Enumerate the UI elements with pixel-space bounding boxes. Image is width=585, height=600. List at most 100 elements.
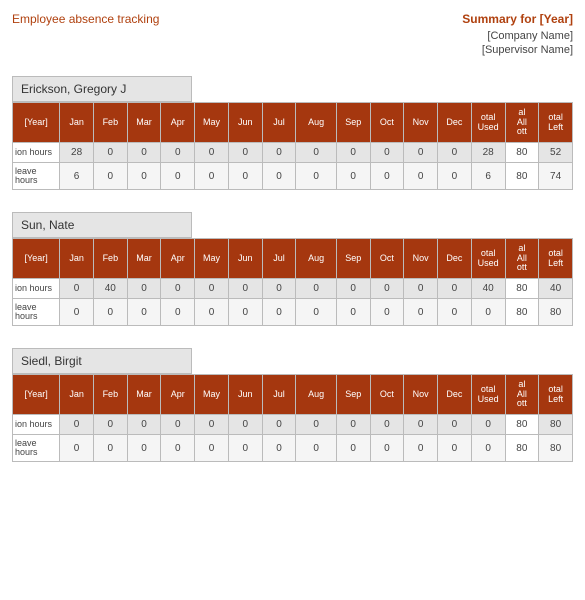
- month-cell: 0: [336, 163, 370, 190]
- month-cell: 0: [262, 163, 296, 190]
- col-month: Jun: [228, 375, 262, 415]
- month-cell: 0: [93, 415, 127, 435]
- month-cell: 0: [370, 163, 404, 190]
- month-cell: 0: [228, 435, 262, 462]
- row-label: ion hours: [13, 143, 60, 163]
- month-cell: 0: [161, 279, 195, 299]
- month-cell: 28: [60, 143, 94, 163]
- col-month: Apr: [161, 103, 195, 143]
- total-used: 0: [471, 415, 505, 435]
- col-month: Nov: [404, 103, 438, 143]
- total-left: 40: [539, 279, 573, 299]
- month-cell: 0: [127, 279, 161, 299]
- table-row: leave hours60000000000068074: [13, 163, 573, 190]
- col-month: Feb: [93, 239, 127, 279]
- month-cell: 0: [296, 143, 336, 163]
- col-month: May: [195, 103, 229, 143]
- row-label: leave hours: [13, 163, 60, 190]
- month-cell: 0: [404, 279, 438, 299]
- col-month: Jun: [228, 239, 262, 279]
- month-cell: 0: [195, 299, 229, 326]
- month-cell: 0: [161, 299, 195, 326]
- col-month: Feb: [93, 375, 127, 415]
- col-month: Oct: [370, 375, 404, 415]
- table-row: ion hours2800000000000288052: [13, 143, 573, 163]
- month-cell: 0: [370, 415, 404, 435]
- col-month: Oct: [370, 239, 404, 279]
- col-month: Oct: [370, 103, 404, 143]
- month-cell: 0: [60, 415, 94, 435]
- month-cell: 0: [60, 435, 94, 462]
- page-title: Employee absence tracking: [12, 12, 159, 58]
- employees-container: Erickson, Gregory J[Year]JanFebMarAprMay…: [12, 76, 573, 462]
- month-cell: 0: [127, 415, 161, 435]
- total-left: 80: [539, 299, 573, 326]
- month-cell: 0: [127, 299, 161, 326]
- month-cell: 0: [127, 163, 161, 190]
- col-month: May: [195, 239, 229, 279]
- month-cell: 0: [370, 143, 404, 163]
- col-month: Aug: [296, 103, 336, 143]
- total-left: 52: [539, 143, 573, 163]
- month-cell: 0: [438, 279, 472, 299]
- col-total: otalLeft: [539, 239, 573, 279]
- col-year: [Year]: [13, 375, 60, 415]
- month-cell: 0: [127, 435, 161, 462]
- month-cell: 0: [228, 415, 262, 435]
- month-cell: 0: [93, 299, 127, 326]
- month-cell: 0: [228, 143, 262, 163]
- col-total: otalLeft: [539, 103, 573, 143]
- month-cell: 0: [296, 435, 336, 462]
- month-cell: 0: [60, 279, 94, 299]
- month-cell: 6: [60, 163, 94, 190]
- month-cell: 0: [262, 279, 296, 299]
- month-cell: 0: [93, 435, 127, 462]
- col-month: Dec: [438, 239, 472, 279]
- month-cell: 0: [161, 143, 195, 163]
- month-cell: 0: [228, 163, 262, 190]
- col-total: otalUsed: [471, 239, 505, 279]
- col-total: alAllott: [505, 375, 539, 415]
- col-month: Jan: [60, 375, 94, 415]
- col-month: Mar: [127, 375, 161, 415]
- col-month: Feb: [93, 103, 127, 143]
- total-allott: 80: [505, 143, 539, 163]
- month-cell: 0: [370, 299, 404, 326]
- col-month: Apr: [161, 239, 195, 279]
- month-cell: 0: [262, 143, 296, 163]
- month-cell: 0: [262, 299, 296, 326]
- total-allott: 80: [505, 279, 539, 299]
- employee-block: Siedl, Birgit[Year]JanFebMarAprMayJunJul…: [12, 348, 573, 462]
- month-cell: 0: [404, 435, 438, 462]
- col-year: [Year]: [13, 239, 60, 279]
- col-month: Jul: [262, 103, 296, 143]
- month-cell: 0: [262, 435, 296, 462]
- month-cell: 0: [438, 435, 472, 462]
- total-left: 80: [539, 415, 573, 435]
- month-cell: 0: [404, 299, 438, 326]
- total-allott: 80: [505, 299, 539, 326]
- total-used: 0: [471, 299, 505, 326]
- summary-title: Summary for [Year]: [462, 12, 573, 26]
- company-name: [Company Name]: [462, 30, 573, 42]
- col-month: Mar: [127, 239, 161, 279]
- month-cell: 40: [93, 279, 127, 299]
- total-allott: 80: [505, 435, 539, 462]
- month-cell: 0: [195, 143, 229, 163]
- employee-name: Erickson, Gregory J: [12, 76, 192, 102]
- total-left: 80: [539, 435, 573, 462]
- month-cell: 0: [228, 299, 262, 326]
- row-label: ion hours: [13, 279, 60, 299]
- col-month: Aug: [296, 375, 336, 415]
- col-month: Jan: [60, 103, 94, 143]
- month-cell: 0: [336, 435, 370, 462]
- col-month: Aug: [296, 239, 336, 279]
- total-allott: 80: [505, 415, 539, 435]
- absence-table: [Year]JanFebMarAprMayJunJulAugSepOctNovD…: [12, 102, 573, 190]
- month-cell: 0: [336, 299, 370, 326]
- month-cell: 0: [336, 279, 370, 299]
- col-total: otalUsed: [471, 103, 505, 143]
- col-month: Sep: [336, 239, 370, 279]
- month-cell: 0: [336, 415, 370, 435]
- month-cell: 0: [296, 163, 336, 190]
